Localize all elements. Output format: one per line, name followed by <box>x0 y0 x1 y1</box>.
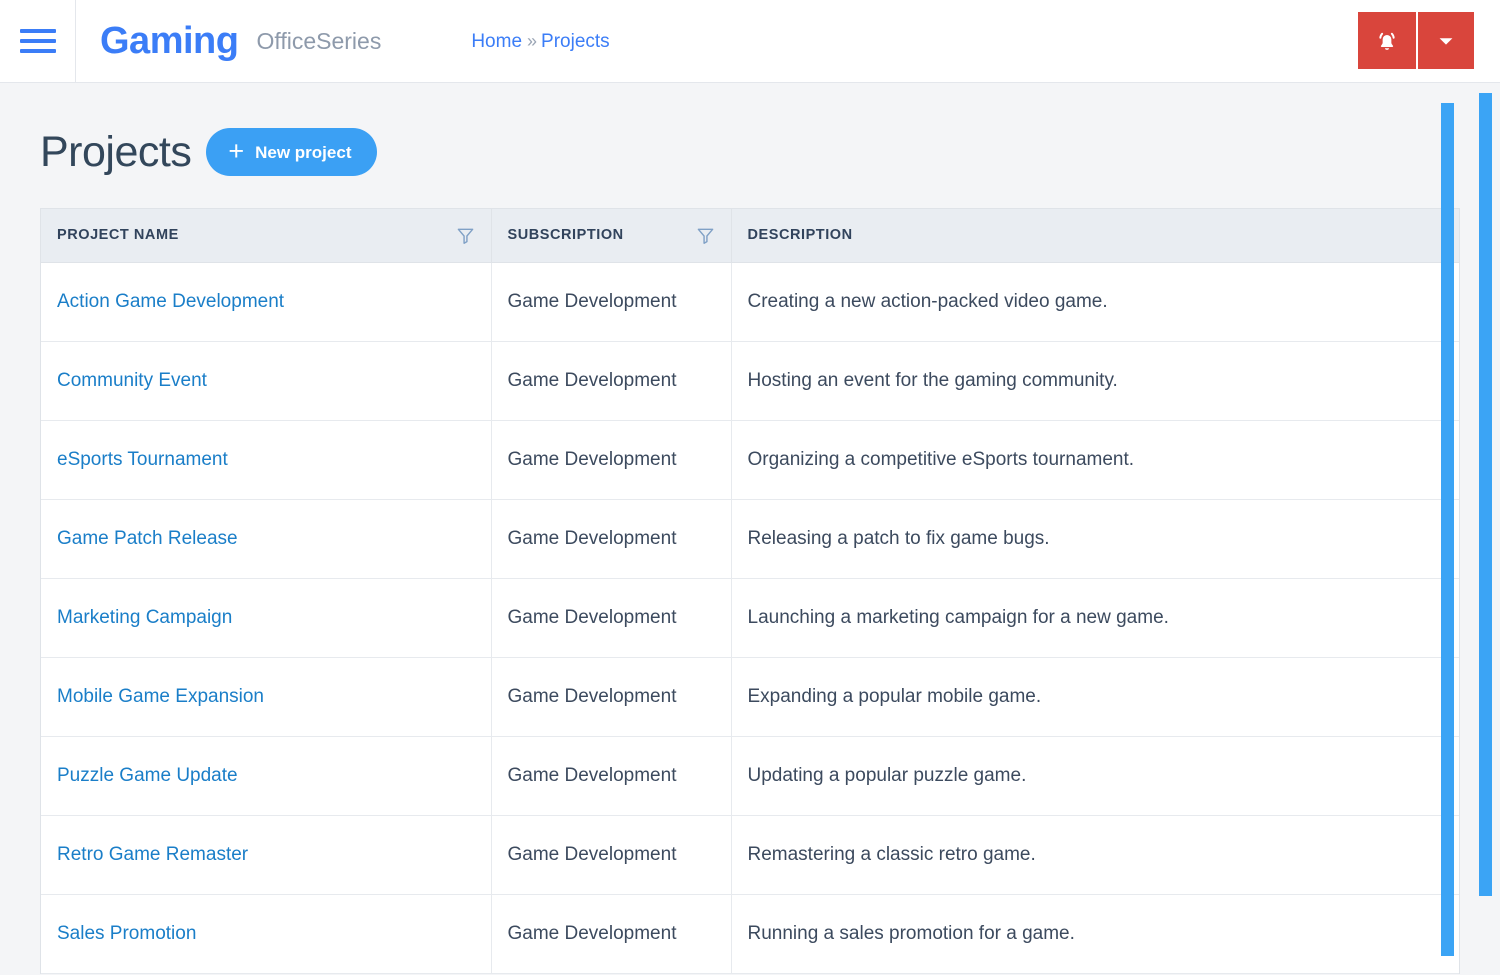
cell-subscription: Game Development <box>491 736 732 816</box>
hamburger-bar <box>19 49 56 53</box>
brand-title[interactable]: Gaming <box>100 22 239 60</box>
table-body: Action Game Development Game Development… <box>41 262 1459 974</box>
hamburger-menu-icon[interactable] <box>0 0 76 83</box>
cell-description: Updating a popular puzzle game. <box>731 736 1459 816</box>
breadcrumb-separator: » <box>527 30 538 51</box>
brand-subtitle: OfficeSeries <box>256 27 382 54</box>
page-vertical-scrollbar[interactable] <box>1479 93 1492 896</box>
cell-subscription: Game Development <box>491 499 732 579</box>
cell-description: Running a sales promotion for a game. <box>731 894 1459 974</box>
main-content: Projects + New project PROJECT NAME SUBS… <box>0 83 1500 974</box>
page-title: Projects <box>40 127 192 176</box>
breadcrumb: Home» Projects <box>471 32 609 51</box>
table-vertical-scrollbar[interactable] <box>1441 103 1454 956</box>
column-label: DESCRIPTION <box>747 227 853 244</box>
table-row: Action Game Development Game Development… <box>41 262 1459 342</box>
projects-table: PROJECT NAME SUBSCRIPTION DESCRIPTION Ac… <box>41 209 1459 974</box>
table-row: Mobile Game Expansion Game Development E… <box>41 657 1459 737</box>
new-project-label: New project <box>255 142 352 162</box>
column-label: SUBSCRIPTION <box>507 227 624 244</box>
hamburger-bar <box>19 39 56 43</box>
cell-project-name: eSports Tournament <box>41 420 492 500</box>
bell-icon <box>1373 27 1401 55</box>
project-link[interactable]: eSports Tournament <box>57 449 228 470</box>
cell-description: Hosting an event for the gaming communit… <box>731 341 1459 421</box>
page-header: Projects + New project <box>40 83 1460 208</box>
project-link[interactable]: Mobile Game Expansion <box>57 686 264 707</box>
project-link[interactable]: Marketing Campaign <box>57 607 232 628</box>
table-row: eSports Tournament Game Development Orga… <box>41 420 1459 500</box>
hamburger-bar <box>19 29 56 33</box>
table-row: Retro Game Remaster Game Development Rem… <box>41 815 1459 895</box>
cell-subscription: Game Development <box>491 815 732 895</box>
table-row: Marketing Campaign Game Development Laun… <box>41 578 1459 658</box>
top-navigation-bar: Gaming OfficeSeries Home» Projects <box>0 0 1500 83</box>
cell-description: Remastering a classic retro game. <box>731 815 1459 895</box>
cell-subscription: Game Development <box>491 657 732 737</box>
cell-project-name: Marketing Campaign <box>41 578 492 658</box>
project-link[interactable]: Action Game Development <box>57 291 284 312</box>
cell-description: Launching a marketing campaign for a new… <box>731 578 1459 658</box>
cell-subscription: Game Development <box>491 341 732 421</box>
cell-subscription: Game Development <box>491 894 732 974</box>
cell-subscription: Game Development <box>491 578 732 658</box>
table-row: Community Event Game Development Hosting… <box>41 341 1459 421</box>
chevron-down-icon <box>1435 30 1457 52</box>
cell-subscription: Game Development <box>491 262 732 342</box>
breadcrumb-current-link[interactable]: Projects <box>541 31 610 52</box>
cell-project-name: Community Event <box>41 341 492 421</box>
user-dropdown-button[interactable] <box>1416 12 1474 69</box>
filter-icon-subscription[interactable] <box>696 226 715 245</box>
project-link[interactable]: Retro Game Remaster <box>57 844 248 865</box>
project-link[interactable]: Sales Promotion <box>57 923 196 944</box>
cell-description: Creating a new action-packed video game. <box>731 262 1459 342</box>
cell-project-name: Action Game Development <box>41 262 492 342</box>
table-row: Game Patch Release Game Development Rele… <box>41 499 1459 579</box>
topbar-action-group <box>1358 12 1474 69</box>
column-header-description: DESCRIPTION <box>731 209 1459 263</box>
cell-project-name: Sales Promotion <box>41 894 492 974</box>
column-header-subscription: SUBSCRIPTION <box>491 209 732 263</box>
project-link[interactable]: Community Event <box>57 370 207 391</box>
projects-table-container: PROJECT NAME SUBSCRIPTION DESCRIPTION Ac… <box>40 208 1460 974</box>
table-row: Sales Promotion Game Development Running… <box>41 894 1459 974</box>
cell-description: Releasing a patch to fix game bugs. <box>731 499 1459 579</box>
cell-project-name: Retro Game Remaster <box>41 815 492 895</box>
cell-project-name: Puzzle Game Update <box>41 736 492 816</box>
cell-description: Organizing a competitive eSports tournam… <box>731 420 1459 500</box>
cell-description: Expanding a popular mobile game. <box>731 657 1459 737</box>
new-project-button[interactable]: + New project <box>206 128 378 176</box>
column-label: PROJECT NAME <box>57 227 179 244</box>
project-link[interactable]: Game Patch Release <box>57 528 238 549</box>
filter-icon-project-name[interactable] <box>456 226 475 245</box>
column-header-project-name: PROJECT NAME <box>41 209 492 263</box>
cell-project-name: Game Patch Release <box>41 499 492 579</box>
cell-project-name: Mobile Game Expansion <box>41 657 492 737</box>
notifications-button[interactable] <box>1358 12 1416 69</box>
table-header: PROJECT NAME SUBSCRIPTION DESCRIPTION <box>41 209 1459 263</box>
project-link[interactable]: Puzzle Game Update <box>57 765 238 786</box>
plus-icon: + <box>228 135 245 166</box>
table-header-row: PROJECT NAME SUBSCRIPTION DESCRIPTION <box>41 209 1459 263</box>
breadcrumb-home-link[interactable]: Home <box>471 31 522 52</box>
cell-subscription: Game Development <box>491 420 732 500</box>
table-row: Puzzle Game Update Game Development Upda… <box>41 736 1459 816</box>
